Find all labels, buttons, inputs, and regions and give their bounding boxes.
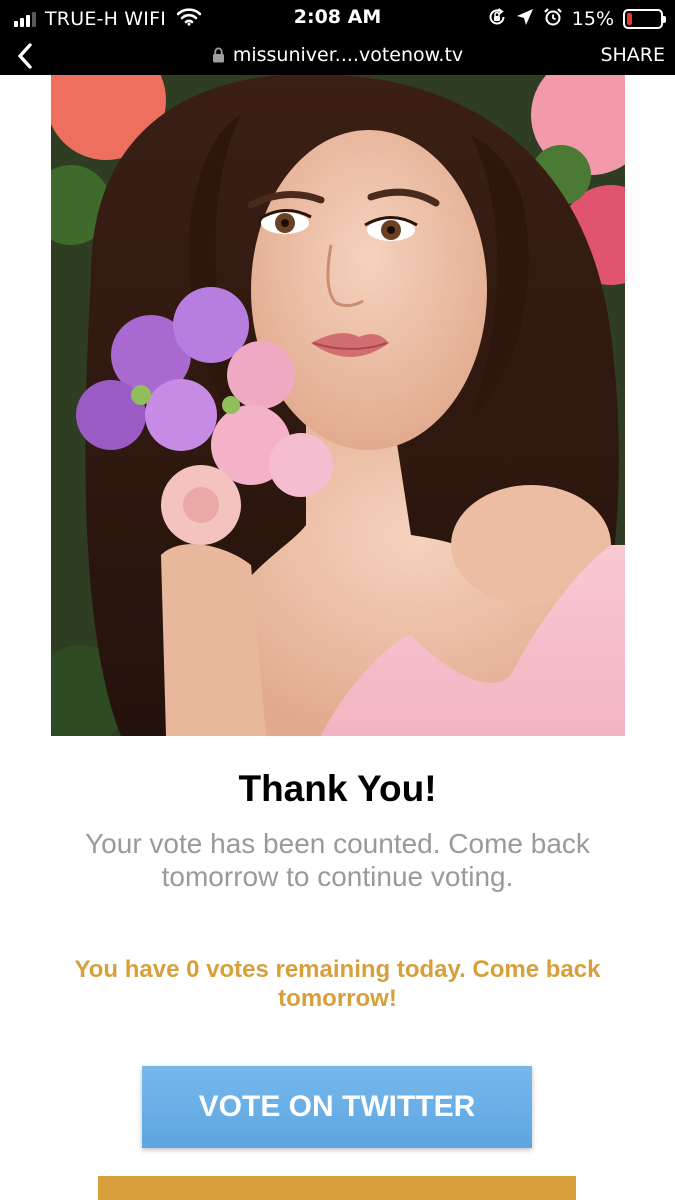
battery-icon [623,9,666,29]
browser-url-bar: missuniver....votenow.tv SHARE [0,38,675,75]
battery-percentage: 15% [571,8,614,30]
status-bar: TRUE-H WIFI 2:08 AM 15% [0,0,675,38]
lock-icon [212,47,224,63]
contestant-photo [51,75,625,736]
votes-remaining-message: You have 0 votes remaining today. Come b… [74,956,601,1012]
vote-on-twitter-button[interactable]: VOTE ON TWITTER [142,1066,532,1148]
share-button[interactable]: SHARE [600,44,665,66]
secondary-button[interactable] [98,1176,576,1200]
orientation-lock-icon [487,7,507,31]
location-arrow-icon [516,8,534,30]
alarm-icon [543,7,563,31]
vote-counted-message: Your vote has been counted. Come back to… [85,828,590,892]
status-right: 15% [487,7,666,31]
url-text: missuniver....votenow.tv [232,44,464,66]
battery-level-fill [627,13,632,25]
thank-you-title: Thank You! [238,768,437,809]
url-display[interactable]: missuniver....votenow.tv [0,44,675,66]
